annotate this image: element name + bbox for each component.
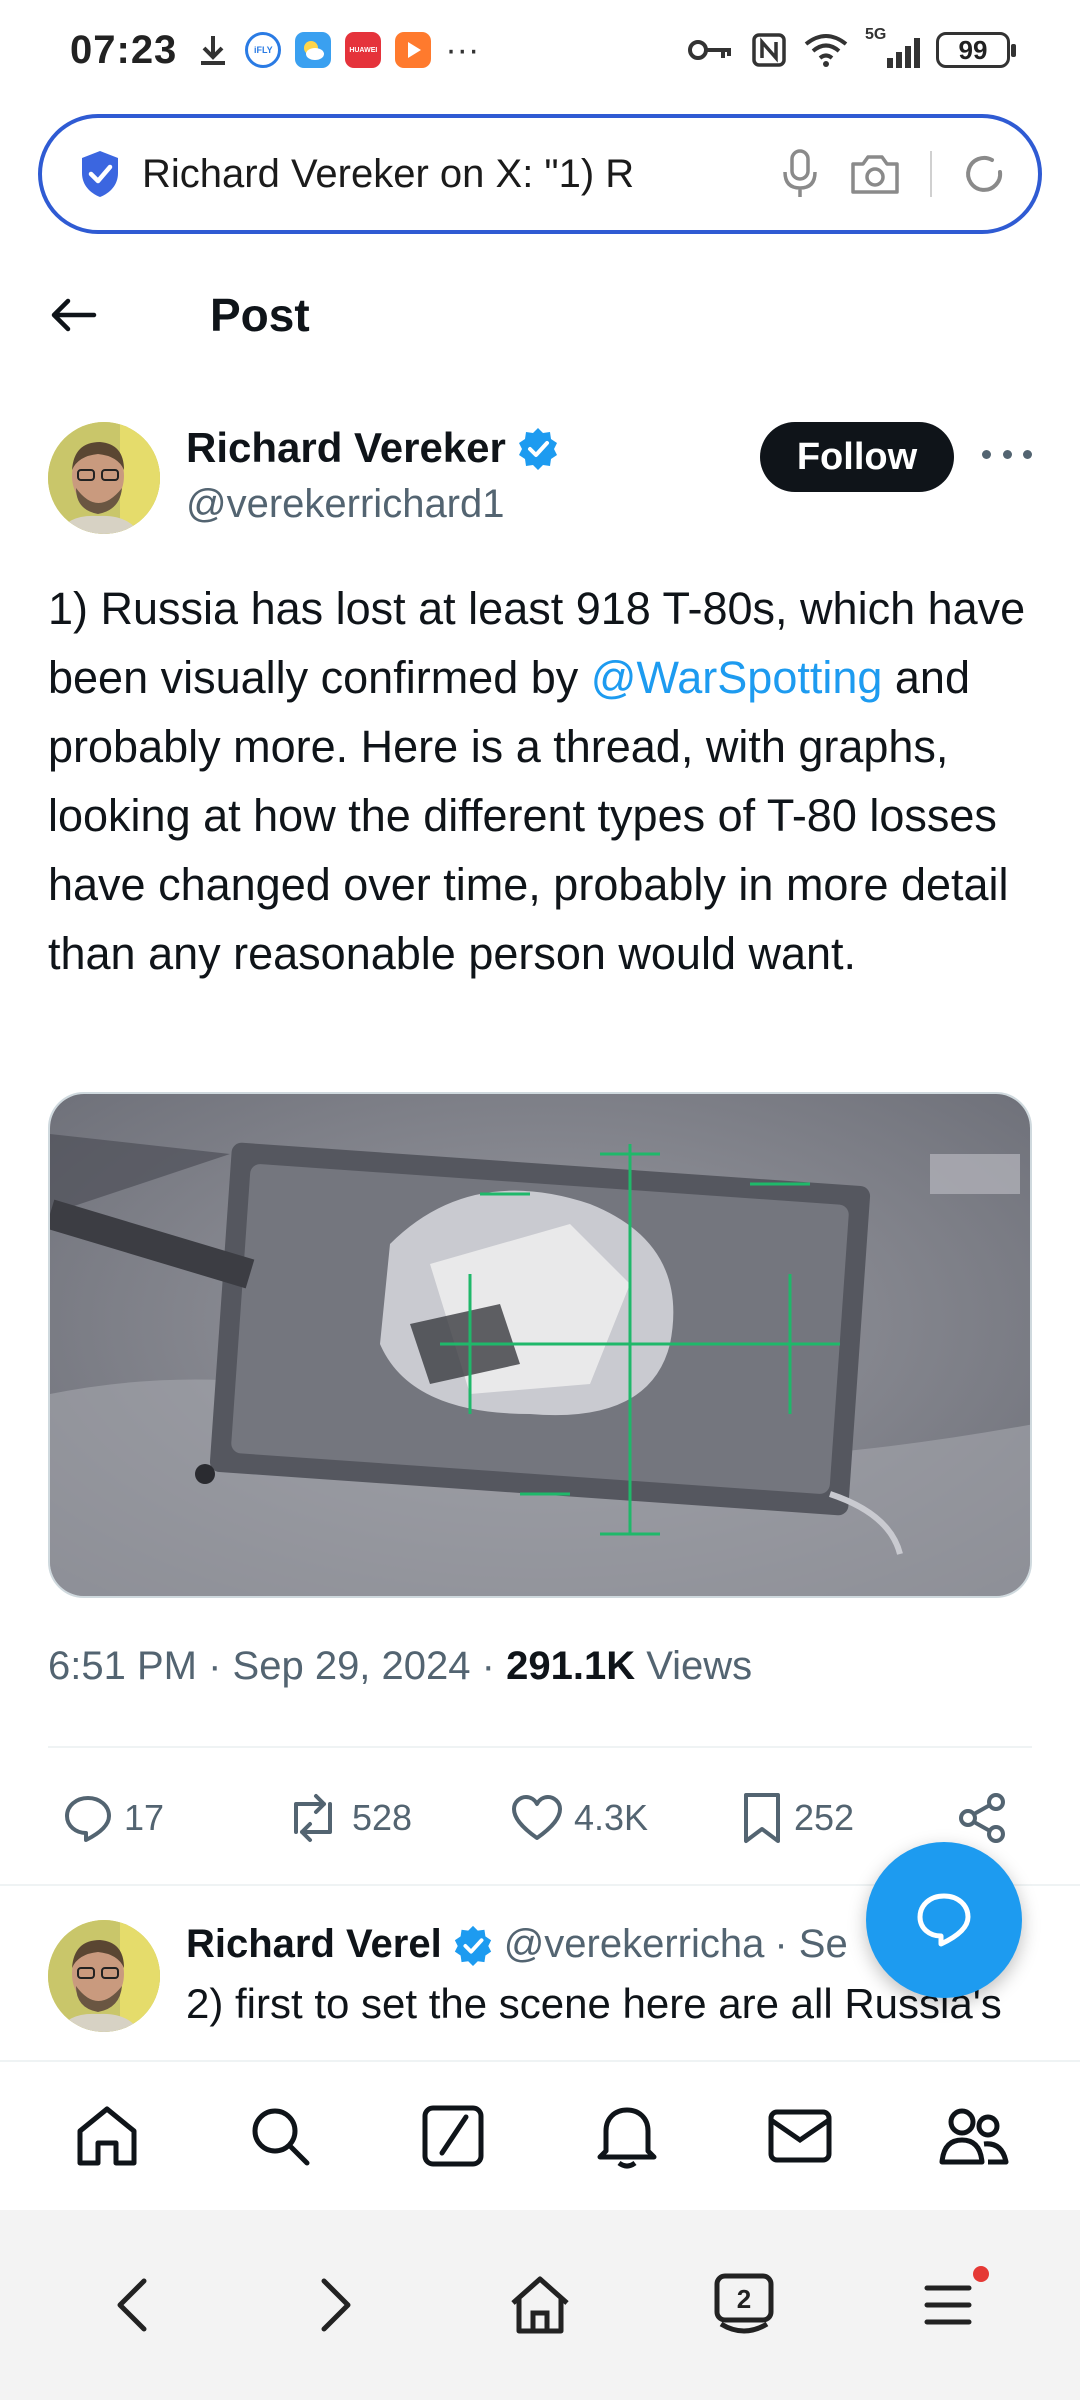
mail-icon [768, 2109, 832, 2163]
download-icon [201, 36, 226, 65]
address-bar[interactable]: Richard Vereker on X: "1) R [38, 114, 1042, 234]
grok-icon [422, 2105, 484, 2167]
repost-icon [294, 1794, 332, 1842]
huawei-icon: HUAWEI [345, 32, 382, 68]
ifly-icon: iFLY [245, 32, 282, 68]
nfc-icon [752, 33, 786, 67]
status-time: 07:23 [70, 27, 178, 72]
reload-icon[interactable] [960, 150, 1008, 198]
back-arrow-icon[interactable] [48, 295, 98, 335]
reply-time: · Se [774, 1922, 848, 1966]
page-title: Post [210, 289, 310, 341]
chevron-right-icon [321, 2278, 351, 2332]
compose-message-button[interactable] [866, 1842, 1022, 1998]
browser-toolbar: 2 [0, 2210, 1080, 2400]
tab-count: 2 [736, 2284, 752, 2314]
author-name[interactable]: Richard Vereker [186, 424, 560, 472]
post-header: Post [0, 260, 1080, 370]
tweet-meta: 6:51 PM · Sep 29, 2024 · 291.1K Views [48, 1644, 753, 1688]
weather-icon [295, 32, 332, 68]
system-icons: 5G 99 [687, 26, 1016, 68]
browser-forward-button[interactable] [291, 2260, 381, 2350]
chevron-left-icon [117, 2278, 147, 2332]
notification-icons: iFLY HUAWEI ··· [195, 31, 479, 70]
home-icon [77, 2106, 137, 2166]
tweet-date[interactable]: Sep 29, 2024 [233, 1644, 471, 1688]
bell-icon [597, 2107, 657, 2169]
nav-grok[interactable] [408, 2091, 498, 2181]
address-separator [930, 151, 932, 197]
shield-check-icon [82, 151, 118, 197]
like-button[interactable]: 4.3K [510, 1793, 648, 1843]
verified-badge-icon [518, 428, 557, 470]
action-bar: 17 528 4.3K 252 [48, 1780, 1032, 1856]
browser-back-button[interactable] [87, 2260, 177, 2350]
share-icon [959, 1793, 1005, 1843]
reply-count: 17 [124, 1797, 165, 1838]
tweet-media-image[interactable] [48, 1092, 1032, 1598]
status-bar: 07:23 iFLY HUAWEI ··· 5G 99 [0, 0, 1080, 100]
nav-search[interactable] [235, 2091, 325, 2181]
menu-notification-dot [973, 2266, 989, 2282]
views-label: Views [646, 1644, 753, 1688]
address-url[interactable]: Richard Vereker on X: "1) R [142, 152, 682, 197]
bookmark-icon [744, 1793, 780, 1843]
repost-count: 528 [352, 1797, 413, 1838]
house-icon [511, 2276, 569, 2334]
more-notifications-icon: ··· [445, 30, 480, 69]
address-actions [780, 148, 1008, 200]
key-icon [688, 40, 731, 60]
reply-header: Richard Verel @verekerricha · Se [186, 1922, 848, 1967]
menu-icon [924, 2285, 972, 2325]
message-bubble-icon [917, 1893, 971, 1947]
microphone-icon[interactable] [780, 148, 820, 200]
like-count: 4.3K [574, 1797, 649, 1838]
nav-home[interactable] [62, 2091, 152, 2181]
nav-notifications[interactable] [582, 2091, 672, 2181]
browser-home-button[interactable] [495, 2260, 585, 2350]
people-icon [939, 2108, 1009, 2165]
wifi-icon [804, 34, 848, 67]
views-count: 291.1K [506, 1644, 636, 1688]
bookmark-button[interactable]: 252 [740, 1791, 854, 1845]
mention-link[interactable]: @WarSpotting [591, 652, 883, 703]
browser-tabs-button[interactable]: 2 [699, 2260, 789, 2350]
reply-author-name[interactable]: Richard Verel [186, 1922, 442, 1967]
verified-badge-icon [454, 1925, 491, 1966]
bottom-nav [0, 2060, 1080, 2210]
cellular-signal-icon: 5G [865, 26, 920, 68]
more-options-icon[interactable] [982, 434, 1032, 474]
author-handle[interactable]: @verekerrichard1 [186, 482, 505, 527]
reply-icon [65, 1796, 111, 1842]
divider [48, 1746, 1032, 1748]
tweet-text: 1) Russia has lost at least 918 T-80s, w… [48, 583, 1026, 979]
follow-button[interactable]: Follow [760, 422, 954, 492]
repost-button[interactable]: 528 [284, 1792, 412, 1844]
author-row: Richard Vereker @verekerrichard1 Follow [48, 420, 1038, 540]
battery-indicator: 99 [936, 32, 1016, 68]
reply-avatar[interactable] [48, 1920, 160, 2032]
camera-icon[interactable] [848, 151, 902, 197]
heart-icon [512, 1795, 562, 1840]
nav-communities[interactable] [928, 2091, 1018, 2181]
reply-button[interactable]: 17 [62, 1792, 164, 1844]
bookmark-count: 252 [794, 1797, 855, 1838]
video-app-icon [395, 32, 432, 68]
avatar[interactable] [48, 422, 160, 534]
tweet-time[interactable]: 6:51 PM [48, 1644, 197, 1688]
browser-menu-button[interactable] [903, 2260, 993, 2350]
share-button[interactable] [956, 1792, 1008, 1844]
search-icon [252, 2108, 310, 2166]
reply-author-handle[interactable]: @verekerricha [504, 1922, 765, 1967]
nav-messages[interactable] [755, 2091, 845, 2181]
